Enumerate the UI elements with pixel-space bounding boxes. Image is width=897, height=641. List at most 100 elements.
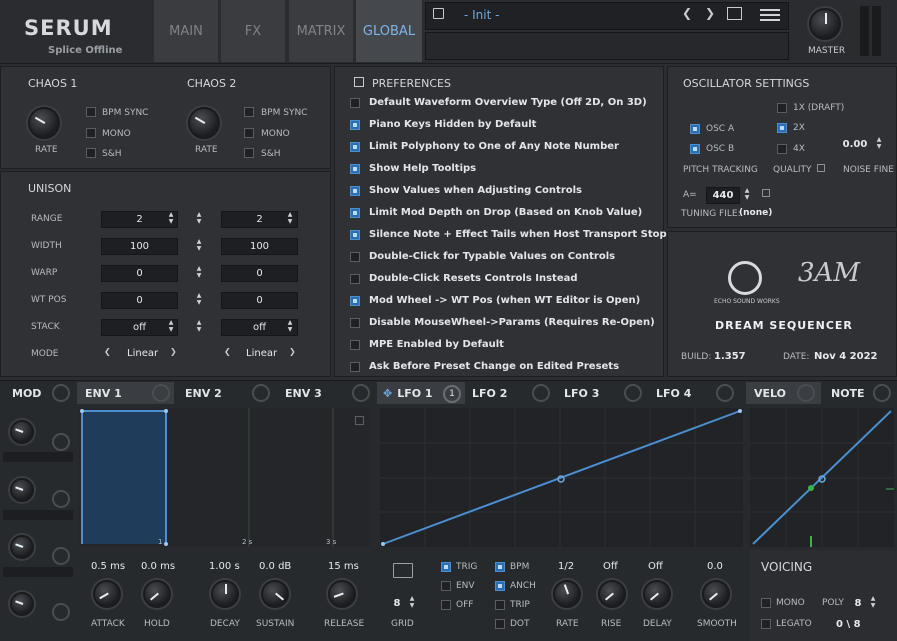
unison-stack-a-stepper[interactable]: ▲ ▼ — [164, 319, 178, 336]
pref-checkbox-12[interactable] — [350, 340, 360, 350]
unison-warp-b[interactable]: 0 — [221, 265, 298, 282]
folder-icon[interactable] — [393, 563, 413, 578]
unison-width-b[interactable]: 100 — [221, 238, 298, 255]
chaos2-bpm-sync-checkbox[interactable] — [244, 107, 254, 117]
unison-wtpos-b[interactable]: 0 — [221, 292, 298, 309]
unison-mode-b[interactable]: Linear — [246, 348, 277, 359]
velo-graph[interactable] — [750, 408, 894, 547]
pref-checkbox-1[interactable] — [350, 98, 360, 108]
env-lock-icon[interactable] — [355, 416, 364, 425]
lfo-graph[interactable] — [380, 408, 743, 547]
chaos2-mono-checkbox[interactable] — [244, 128, 254, 138]
menu-icon[interactable] — [760, 9, 780, 21]
chaos1-bpm-sync-checkbox[interactable] — [86, 107, 96, 117]
smooth-knob[interactable] — [702, 580, 730, 608]
macro-1-knob[interactable] — [10, 420, 34, 444]
pref-checkbox-7[interactable] — [350, 230, 360, 240]
macro-3-knob[interactable] — [10, 535, 34, 559]
macro-1-slot[interactable] — [3, 452, 73, 462]
pref-checkbox-5[interactable] — [350, 186, 360, 196]
osc-b-pitch-checkbox[interactable] — [690, 144, 700, 154]
unison-wtpos-a[interactable]: 0 — [101, 292, 178, 309]
bpm-checkbox[interactable] — [495, 562, 505, 572]
pref-checkbox-11[interactable] — [350, 318, 360, 328]
macro-3-slot[interactable] — [3, 567, 73, 577]
save-icon[interactable] — [433, 8, 444, 19]
unison-stack-b-stepper[interactable]: ▲ ▼ — [283, 319, 297, 336]
decay-knob[interactable] — [211, 580, 239, 608]
voicing-mono-checkbox[interactable] — [761, 598, 771, 608]
quality-1x-checkbox[interactable] — [777, 103, 787, 113]
pref-checkbox-10[interactable] — [350, 296, 360, 306]
chaos2-sh-checkbox[interactable] — [244, 148, 254, 158]
unison-range-b-stepper[interactable]: ▲ ▼ — [283, 211, 297, 228]
dot-checkbox[interactable] — [495, 619, 505, 629]
tab-main[interactable]: MAIN — [154, 0, 218, 62]
rise-knob[interactable] — [598, 580, 626, 608]
quality-4x-checkbox[interactable] — [777, 144, 787, 154]
unison-mode-a[interactable]: Linear — [127, 348, 158, 359]
anch-checkbox[interactable] — [495, 581, 505, 591]
pref-checkbox-9[interactable] — [350, 274, 360, 284]
env-mode-checkbox[interactable] — [441, 581, 451, 591]
unison-link-stepper-1[interactable]: ▲ ▼ — [192, 211, 206, 228]
sustain-knob[interactable] — [261, 580, 289, 608]
noise-fine-stepper[interactable]: ▲ ▼ — [872, 136, 886, 153]
pref-checkbox-13[interactable] — [350, 362, 360, 372]
chaos1-rate-knob[interactable] — [28, 107, 60, 139]
poly-stepper[interactable]: ▲ ▼ — [866, 595, 880, 612]
pref-checkbox-3[interactable] — [350, 142, 360, 152]
quality-2x-checkbox[interactable] — [777, 123, 787, 133]
lfo-rate-knob[interactable] — [553, 580, 581, 608]
a-tuning-stepper[interactable]: ▲ ▼ — [740, 187, 754, 204]
master-knob[interactable] — [809, 8, 841, 40]
tab-fx[interactable]: FX — [221, 0, 285, 62]
off-mode-checkbox[interactable] — [441, 600, 451, 610]
unison-link-stepper-5[interactable]: ▲ ▼ — [192, 319, 206, 336]
grid-stepper[interactable]: ▲ ▼ — [405, 595, 419, 612]
unison-link-stepper-3[interactable]: ▲ ▼ — [192, 265, 206, 282]
unison-mode-b-next[interactable]: ❯ — [289, 347, 296, 356]
browser-icon[interactable] — [727, 7, 742, 20]
preset-name[interactable]: - Init - — [464, 8, 499, 22]
poly-field[interactable]: 8 — [850, 595, 866, 612]
unison-mode-a-next[interactable]: ❯ — [170, 347, 177, 356]
unison-mode-b-prev[interactable]: ❮ — [224, 347, 231, 356]
unison-width-a[interactable]: 100 — [101, 238, 178, 255]
unison-range-a-stepper[interactable]: ▲ ▼ — [164, 211, 178, 228]
voicing-legato-checkbox[interactable] — [761, 619, 771, 629]
tab-global[interactable]: GLOBAL — [356, 0, 422, 62]
pref-checkbox-6[interactable] — [350, 208, 360, 218]
pref-checkbox-2[interactable] — [350, 120, 360, 130]
unison-link-stepper-4[interactable]: ▲ ▼ — [192, 292, 206, 309]
release-knob[interactable] — [328, 580, 356, 608]
unison-link-stepper-2[interactable]: ▲ ▼ — [192, 238, 206, 255]
pref-checkbox-8[interactable] — [350, 252, 360, 262]
chaos1-sh-checkbox[interactable] — [86, 148, 96, 158]
osc-a-pitch-checkbox[interactable] — [690, 124, 700, 134]
macro-2-knob[interactable] — [10, 478, 34, 502]
a-tuning-field[interactable]: 440 — [706, 187, 740, 204]
trip-checkbox[interactable] — [495, 600, 505, 610]
macro-2-slot[interactable] — [3, 510, 73, 520]
attack-knob[interactable] — [93, 580, 121, 608]
trig-checkbox[interactable] — [441, 562, 451, 572]
tuning-file-value[interactable]: (none) — [739, 208, 772, 218]
chaos1-mono-checkbox[interactable] — [86, 128, 96, 138]
pref-checkbox-4[interactable] — [350, 164, 360, 174]
unison-warp-a[interactable]: 0 — [101, 265, 178, 282]
hold-knob[interactable] — [143, 580, 171, 608]
grid-field[interactable]: 8 — [388, 595, 406, 612]
delay-knob[interactable] — [643, 580, 671, 608]
lock-icon[interactable] — [817, 164, 825, 172]
prev-preset-button[interactable]: ❮ — [682, 6, 692, 20]
drag-handle-icon[interactable]: ✥ — [383, 387, 392, 400]
chaos2-rate-knob[interactable] — [188, 107, 220, 139]
next-preset-button[interactable]: ❯ — [705, 6, 715, 20]
macro-4-knob[interactable] — [10, 592, 34, 616]
tuning-lock-icon[interactable] — [762, 189, 770, 197]
env-graph[interactable] — [79, 408, 370, 547]
noise-fine-field[interactable]: 0.00 — [838, 136, 872, 153]
tab-matrix[interactable]: MATRIX — [289, 0, 353, 62]
unison-mode-a-prev[interactable]: ❮ — [104, 347, 111, 356]
